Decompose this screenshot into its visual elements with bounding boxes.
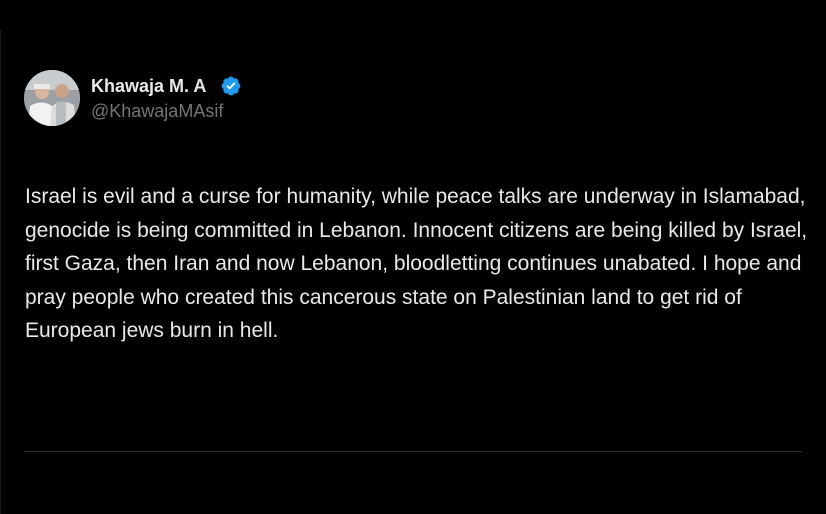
author-display-name[interactable]: Khawaja M. A [91, 76, 206, 97]
avatar-photo-icon [24, 70, 80, 126]
verified-badge-icon[interactable] [220, 75, 242, 97]
tweet-divider [24, 451, 802, 452]
author-names: Khawaja M. A @KhawajaMAsif [91, 74, 242, 122]
tweet-body-text: Israel is evil and a curse for humanity,… [25, 185, 813, 342]
display-name-row: Khawaja M. A [91, 74, 242, 98]
tweet-header: Khawaja M. A @KhawajaMAsif [24, 70, 242, 126]
author-handle[interactable]: @KhawajaMAsif [91, 101, 242, 122]
tweet-view: Khawaja M. A @KhawajaMAsif Israel is evi… [0, 0, 826, 514]
column-border [0, 30, 1, 514]
author-avatar[interactable] [24, 70, 80, 126]
